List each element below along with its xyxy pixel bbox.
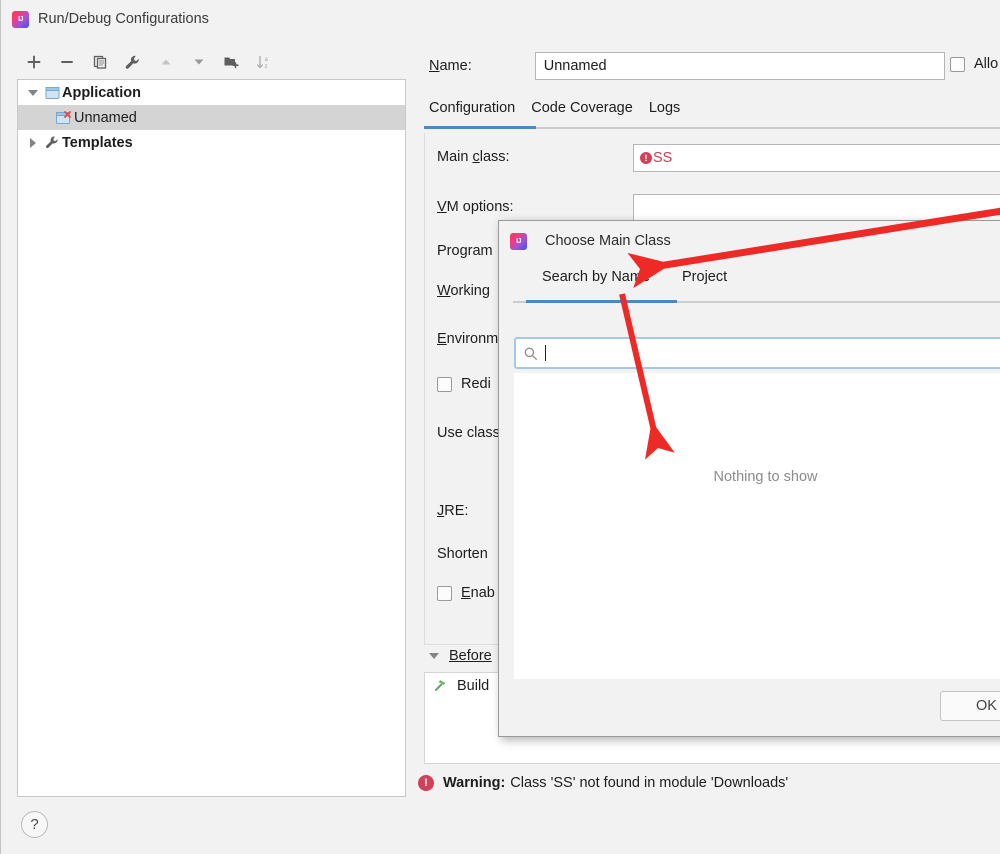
sort-alphabetically-button[interactable]: a z: [248, 48, 281, 76]
enable-capture-checkbox[interactable]: Enab: [437, 585, 495, 601]
working-directory-row: Working: [437, 283, 490, 299]
dialog-tabs-active-indicator: [526, 300, 677, 303]
empty-state-label: Nothing to show: [713, 469, 818, 485]
search-results-list[interactable]: Nothing to show: [514, 373, 1000, 681]
enable-label: Enab: [461, 585, 495, 601]
config-tabs[interactable]: Configuration Code Coverage Logs: [429, 100, 1000, 128]
tab-logs[interactable]: Logs: [649, 100, 688, 123]
allow-parallel-run-checkbox[interactable]: Allo: [950, 56, 998, 72]
vm-options-label: VM options:: [437, 199, 514, 215]
vm-options-input[interactable]: [633, 194, 1000, 222]
checkbox-box[interactable]: [950, 56, 965, 72]
program-arguments-row: Program: [437, 243, 493, 259]
new-folder-button[interactable]: [215, 48, 248, 76]
configurations-tree[interactable]: Application Unnamed Templates: [17, 79, 406, 797]
add-configuration-button[interactable]: [17, 48, 50, 76]
allow-parallel-run-label: Allo: [974, 56, 999, 72]
expand-toggle-templates[interactable]: [24, 130, 42, 155]
window-title: Run/Debug Configurations: [38, 11, 209, 27]
search-icon: [523, 346, 538, 361]
class-search-input[interactable]: [514, 337, 1000, 369]
checkbox-box[interactable]: [437, 585, 452, 601]
application-icon: [42, 80, 62, 105]
tree-node-label: Templates: [62, 134, 133, 151]
jre-row: JRE:: [437, 503, 468, 519]
use-classpath-row: Use class: [437, 425, 500, 441]
vm-options-row: VM options:: [437, 199, 514, 215]
before-launch-label: Before: [449, 648, 492, 664]
chevron-down-icon: [429, 653, 439, 659]
use-classpath-label: Use class: [437, 425, 500, 441]
warning-bar: Warning: Class 'SS' not found in module …: [418, 775, 788, 791]
main-class-input[interactable]: ! SS: [633, 144, 1000, 172]
copy-configuration-button[interactable]: [83, 48, 116, 76]
dialog-title: Choose Main Class: [545, 233, 671, 249]
help-button[interactable]: ?: [21, 811, 48, 838]
tab-code-coverage[interactable]: Code Coverage: [531, 100, 641, 123]
tab-search-by-name[interactable]: Search by Name: [542, 269, 650, 285]
edit-templates-wrench-icon[interactable]: [116, 48, 149, 76]
dialog-footer: OK: [499, 679, 1000, 736]
intellij-idea-logo-icon: [510, 232, 527, 250]
warning-prefix: Warning:: [443, 775, 506, 791]
chevron-down-icon: [28, 89, 38, 96]
error-icon: !: [640, 151, 652, 165]
dialog-tabs[interactable]: Search by Name Project: [499, 269, 1000, 302]
wrench-icon: [42, 130, 62, 155]
tabs-active-indicator: [424, 126, 536, 129]
name-input-value: Unnamed: [543, 58, 607, 74]
tab-project[interactable]: Project: [682, 269, 727, 285]
checkbox-box[interactable]: [437, 376, 452, 392]
screen-root: Run/Debug Configurations: [0, 0, 1000, 854]
tree-node-application[interactable]: Application: [18, 80, 405, 105]
tree-node-unnamed[interactable]: Unnamed: [18, 105, 405, 130]
intellij-idea-logo-icon: [12, 10, 29, 28]
window-titlebar: Run/Debug Configurations: [1, 0, 1000, 38]
move-up-button[interactable]: [149, 48, 182, 76]
name-input[interactable]: Unnamed: [534, 52, 945, 80]
configurations-toolbar: a z: [17, 46, 397, 78]
tree-node-templates[interactable]: Templates: [18, 130, 405, 155]
move-down-button[interactable]: [182, 48, 215, 76]
warning-text: Class 'SS' not found in module 'Download…: [510, 775, 789, 791]
svg-text:z: z: [265, 64, 268, 70]
jre-label: JRE:: [437, 503, 469, 519]
shorten-command-line-row: Shorten: [437, 546, 488, 562]
main-class-value: SS: [653, 150, 673, 166]
error-circle-icon: [418, 775, 434, 791]
tree-node-label: Application: [62, 84, 141, 101]
before-launch-header[interactable]: Before: [429, 648, 492, 664]
expand-toggle-application[interactable]: [24, 80, 42, 105]
working-directory-label: Working: [437, 283, 490, 299]
name-label: Name:: [429, 58, 472, 74]
before-launch-item-label: Build: [457, 677, 490, 694]
program-arguments-label: Program: [437, 243, 493, 259]
tree-node-label: Unnamed: [74, 109, 137, 126]
dialog-titlebar: Choose Main Class: [499, 221, 1000, 261]
remove-configuration-button[interactable]: [50, 48, 83, 76]
main-class-label: Main class:: [437, 149, 510, 165]
environment-variables-label: Environm: [437, 331, 499, 347]
chevron-right-icon: [30, 137, 36, 148]
redirect-input-checkbox[interactable]: Redi: [437, 376, 491, 392]
main-class-row: Main class:: [437, 149, 510, 165]
environment-variables-row: Environm: [437, 331, 498, 347]
ok-button[interactable]: OK: [940, 691, 1000, 721]
shorten-label: Shorten: [437, 546, 488, 562]
application-error-icon: [54, 105, 74, 130]
hammer-icon: [433, 678, 448, 693]
svg-text:a: a: [265, 57, 269, 63]
text-caret: [545, 345, 546, 361]
choose-main-class-dialog: Choose Main Class Search by Name Project…: [498, 220, 1000, 737]
name-row: Name: Unnamed: [429, 52, 945, 80]
redirect-label: Redi: [461, 376, 491, 392]
tab-configuration[interactable]: Configuration: [429, 100, 523, 123]
